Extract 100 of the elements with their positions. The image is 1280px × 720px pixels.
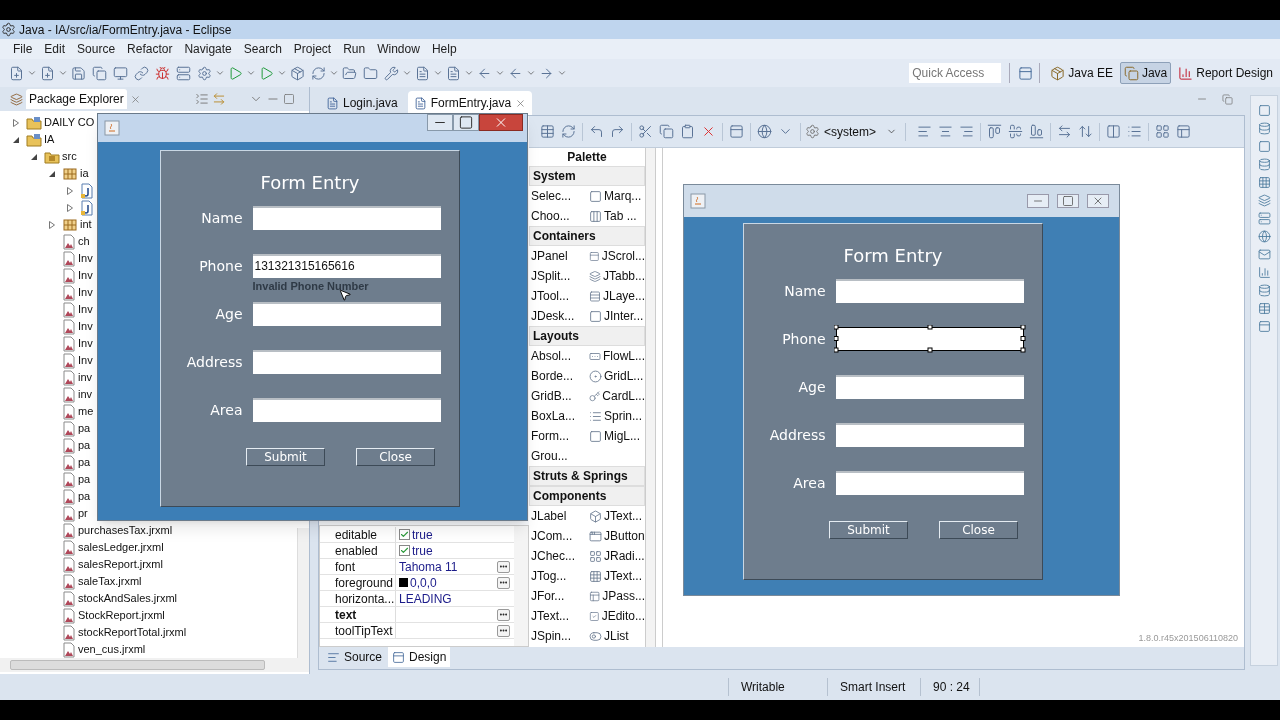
tree-item[interactable]: ia xyxy=(80,165,89,182)
collapsed-arrow-icon[interactable] xyxy=(66,203,74,212)
component-icon[interactable] xyxy=(589,629,602,643)
tree-item[interactable]: Inv xyxy=(78,284,93,301)
tree-item[interactable]: DAILY CO xyxy=(44,114,95,131)
text-field[interactable] xyxy=(835,423,1024,447)
component-icon[interactable] xyxy=(589,509,602,523)
palette-item[interactable]: JPanel xyxy=(531,247,568,265)
palette-item[interactable]: BoxLa... xyxy=(531,407,576,425)
text-field[interactable] xyxy=(835,375,1024,399)
undo-icon[interactable] xyxy=(589,124,604,139)
palette-item[interactable]: JText... xyxy=(531,607,569,625)
horizontal-scrollbar[interactable] xyxy=(0,658,309,672)
palette-item[interactable]: Grou... xyxy=(531,447,568,465)
refresh-icon[interactable] xyxy=(561,124,576,139)
close-icon[interactable] xyxy=(129,93,141,105)
perspective-button[interactable]: Java EE xyxy=(1046,62,1117,84)
text-field[interactable] xyxy=(835,471,1024,495)
menu-item[interactable]: Search xyxy=(237,40,288,58)
palette-category[interactable]: System xyxy=(529,166,645,186)
palette-item[interactable]: Tab ... xyxy=(604,207,637,225)
property-value[interactable]: 0,0,0 xyxy=(410,573,437,592)
tree-item[interactable]: Inv xyxy=(78,335,93,352)
component-icon[interactable] xyxy=(589,609,600,623)
minimize-icon[interactable] xyxy=(427,114,453,131)
tree-item[interactable]: pa xyxy=(78,471,91,488)
tree-item[interactable]: Inv xyxy=(78,301,93,318)
tree-item[interactable]: purchasesTax.jrxml xyxy=(78,522,173,539)
align-left-icon[interactable] xyxy=(917,124,932,139)
tree-item[interactable]: stockReportTotal.jrxml xyxy=(78,624,187,641)
tree-item[interactable]: ch xyxy=(78,233,90,250)
folder-icon[interactable] xyxy=(363,65,378,81)
expanded-arrow-icon[interactable] xyxy=(12,135,20,144)
component-icon[interactable] xyxy=(589,209,602,223)
delete-icon[interactable] xyxy=(701,124,716,139)
align-right-icon[interactable] xyxy=(959,124,974,139)
table-icon[interactable] xyxy=(540,124,555,139)
list-icon[interactable] xyxy=(1127,124,1142,139)
palette-category[interactable]: Struts & Springs xyxy=(529,466,645,486)
gear-icon[interactable] xyxy=(197,65,212,81)
caret-icon[interactable] xyxy=(557,68,567,78)
expanded-arrow-icon[interactable] xyxy=(48,169,56,178)
monitor-icon[interactable] xyxy=(113,65,128,81)
open-perspective-icon[interactable] xyxy=(1018,65,1034,81)
palette-item[interactable]: Form... xyxy=(531,427,569,445)
tree-item[interactable]: inv xyxy=(78,386,93,403)
palette-item[interactable]: GridB... xyxy=(531,387,572,405)
component-icon[interactable] xyxy=(589,429,602,443)
form-button[interactable]: Submit xyxy=(829,521,908,539)
property-value[interactable]: true xyxy=(412,541,433,560)
ellipsis-button[interactable] xyxy=(497,608,510,621)
tree-item[interactable]: pr xyxy=(78,505,88,522)
perspective-button[interactable]: Report Design xyxy=(1174,62,1277,84)
save-icon[interactable] xyxy=(71,65,86,81)
layout-icon[interactable] xyxy=(1176,124,1191,139)
collapsed-arrow-icon[interactable] xyxy=(48,220,56,229)
editor-tab[interactable]: FormEntry.java xyxy=(407,91,533,115)
server-icon[interactable] xyxy=(176,65,191,81)
view-icon[interactable] xyxy=(1257,194,1271,207)
forward-icon[interactable] xyxy=(539,65,554,81)
palette-item[interactable]: JInter... xyxy=(604,307,644,325)
text-field[interactable] xyxy=(252,350,441,374)
tree-item[interactable]: saleTax.jrxml xyxy=(78,573,142,590)
maximize-icon[interactable] xyxy=(1057,194,1079,208)
back-icon[interactable] xyxy=(477,65,492,81)
palette-item[interactable]: JChec... xyxy=(531,547,575,565)
checkbox[interactable] xyxy=(399,545,410,556)
restore-icon[interactable] xyxy=(1222,94,1233,105)
link-icon[interactable] xyxy=(134,65,149,81)
view-icon[interactable] xyxy=(1257,122,1271,135)
component-icon[interactable] xyxy=(589,549,602,563)
expanded-arrow-icon[interactable] xyxy=(30,152,38,161)
component-icon[interactable] xyxy=(589,409,602,423)
palette-item[interactable]: JLabel xyxy=(531,507,567,525)
text-field[interactable]: 131321315165616 xyxy=(252,254,441,278)
palette-item[interactable]: JList xyxy=(604,627,629,645)
perspective-button[interactable]: Java xyxy=(1119,62,1172,84)
palette-item[interactable]: JRadi... xyxy=(604,547,645,565)
palette-item[interactable]: FlowL... xyxy=(603,347,645,365)
palette-item[interactable]: JSplit... xyxy=(531,267,571,285)
text-field[interactable] xyxy=(252,206,441,230)
close-icon[interactable] xyxy=(515,97,527,109)
checkbox[interactable] xyxy=(399,529,410,540)
component-icon[interactable] xyxy=(589,309,602,323)
quick-access-field[interactable]: Quick Access xyxy=(909,63,1002,83)
palette-item[interactable]: JScrol... xyxy=(601,247,645,265)
collapse-all-icon[interactable] xyxy=(195,92,209,106)
caret-icon[interactable] xyxy=(433,68,443,78)
property-value[interactable]: LEADING xyxy=(399,589,452,608)
vertical-scrollbar[interactable] xyxy=(646,148,656,647)
caret-icon[interactable] xyxy=(58,68,68,78)
align-bottom-icon[interactable] xyxy=(1029,124,1044,139)
palette-item[interactable]: JEdito... xyxy=(601,607,645,625)
properties-icon[interactable] xyxy=(729,124,744,139)
view-icon[interactable] xyxy=(1257,266,1271,279)
component-icon[interactable] xyxy=(589,249,600,263)
tree-item[interactable]: Inv xyxy=(78,352,93,369)
vertical-scrollbar[interactable] xyxy=(297,528,309,658)
copy-icon[interactable] xyxy=(659,124,674,139)
palette-item[interactable]: JText... xyxy=(604,507,642,525)
